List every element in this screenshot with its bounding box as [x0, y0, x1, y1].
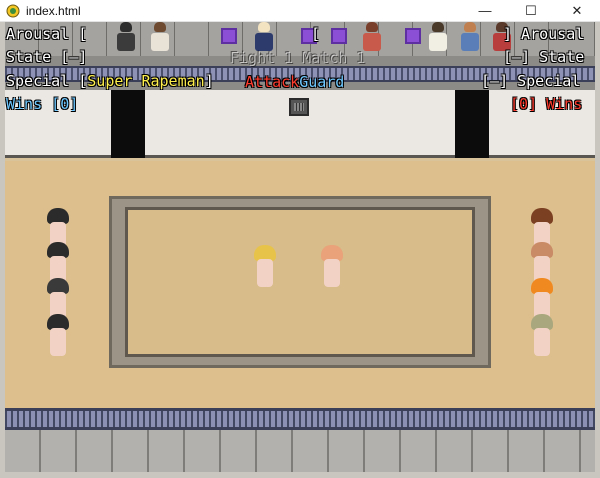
game-canvas[interactable]: Arousal [ [ ] Arousal State [—] Fight 1 …: [5, 22, 595, 472]
state-right-value: —: [512, 48, 522, 66]
wins-right-row: [0] Wins: [510, 94, 582, 114]
command-row: AttackGuard: [245, 72, 344, 92]
state-left-close: ]: [78, 48, 88, 66]
spectator-sprite: [461, 22, 479, 52]
guard-command[interactable]: Guard: [299, 73, 344, 91]
spectator-sprite: [151, 22, 169, 52]
window-titlebar: index.html — ☐ ✕: [0, 0, 600, 22]
special-left-label: Special [: [6, 72, 88, 90]
left-doorway: [111, 90, 145, 158]
state-left-row: State [—]: [6, 47, 87, 67]
wins-left-value: 0: [60, 95, 70, 113]
spectator-sprite: [363, 22, 381, 52]
seat-cushion: [331, 28, 347, 44]
app-icon: [6, 4, 20, 18]
arousal-mid-bracket: [: [311, 25, 321, 43]
arousal-right-label: ] Arousal: [503, 25, 585, 43]
special-left-row: Special [Super Rapeman]: [6, 71, 214, 91]
state-right-row: [—] State: [503, 47, 584, 67]
speaker-icon: [289, 98, 309, 116]
special-right-row: [—] Special: [481, 71, 580, 91]
spectator-sprite: [117, 22, 135, 52]
wins-left-label: Wins [: [6, 95, 61, 113]
state-left-label: State [: [6, 48, 70, 66]
seat-cushion: [405, 28, 421, 44]
minimize-button[interactable]: —: [462, 0, 508, 22]
spectator-sprite: [429, 22, 447, 52]
wins-right-value: 0: [519, 95, 529, 113]
maximize-button[interactable]: ☐: [508, 0, 554, 22]
wins-left-row: Wins [0]: [6, 94, 78, 114]
right-team-member-sprite: [531, 314, 553, 362]
enemy-fighter-sprite[interactable]: [321, 245, 343, 293]
wins-left-close: ]: [69, 95, 79, 113]
bottom-stands: [5, 430, 595, 472]
seat-cushion: [221, 28, 237, 44]
state-right-open: [: [503, 48, 513, 66]
window-title: index.html: [26, 4, 81, 18]
close-button[interactable]: ✕: [554, 0, 600, 22]
wins-right-label: ] Wins: [528, 95, 583, 113]
special-right-value: —: [490, 72, 500, 90]
player-fighter-sprite[interactable]: [254, 245, 276, 293]
attack-command[interactable]: Attack: [245, 73, 299, 91]
wins-right-open: [: [510, 95, 520, 113]
special-right-label: ] Special: [499, 72, 581, 90]
right-doorway: [455, 90, 489, 158]
state-right-label: ] State: [521, 48, 585, 66]
bottom-railing: [5, 408, 595, 430]
special-left-close: ]: [204, 72, 214, 90]
match-title: Fight 1 Match 1: [230, 49, 366, 67]
special-right-open: [: [481, 72, 491, 90]
ring-mat: [125, 207, 475, 357]
arousal-left-label: Arousal [: [6, 25, 88, 43]
state-left-value: —: [69, 48, 79, 66]
left-team-member-sprite: [47, 314, 69, 362]
special-left-value: Super Rapeman: [87, 72, 205, 90]
